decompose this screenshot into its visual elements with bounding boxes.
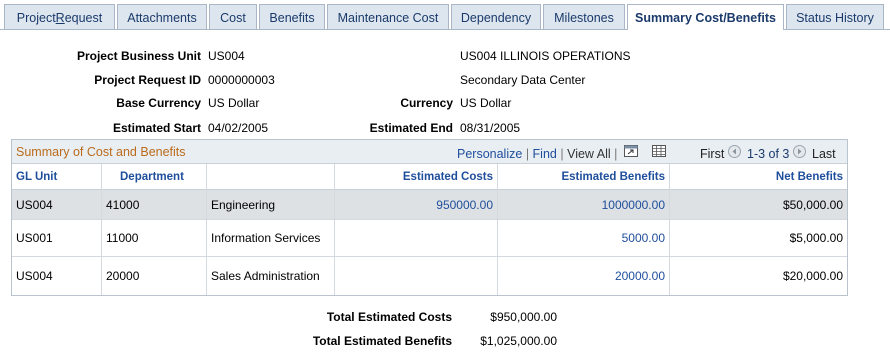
grid-toolbar: Personalize | Find | View All |	[457, 147, 617, 161]
tab-maintenance-cost[interactable]: Maintenance Cost	[327, 4, 449, 30]
tab-benefits[interactable]: Benefits	[259, 4, 325, 30]
gl-unit-cell: US004	[12, 257, 102, 295]
spreadsheet-icon[interactable]	[652, 145, 666, 157]
column-header-row: GL Unit Department Estimated Costs Estim…	[12, 164, 847, 190]
department-name-cell: Engineering	[207, 190, 335, 219]
estimated-costs-cell[interactable]	[335, 220, 498, 256]
request-id-label: Project Request ID	[94, 73, 201, 87]
request-description: Secondary Data Center	[460, 73, 586, 87]
grid-title: Summary of Cost and Benefits	[16, 145, 186, 159]
net-benefits-cell: $50,000.00	[782, 197, 843, 212]
estimated-end-label: Estimated End	[369, 121, 453, 135]
currency-value: US Dollar	[460, 96, 512, 110]
base-currency-value: US Dollar	[208, 96, 260, 110]
table-row: US004 41000 Engineering 950000.00 100000…	[12, 190, 847, 220]
column-header-estimated-benefits[interactable]: Estimated Benefits	[498, 164, 670, 190]
estimated-benefits-cell[interactable]: 5000.00	[498, 220, 670, 256]
estimated-benefits-cell[interactable]: 20000.00	[498, 257, 670, 295]
column-header-net-benefits[interactable]: Net Benefits	[670, 164, 847, 190]
personalize-link[interactable]: Personalize	[457, 147, 522, 161]
estimated-start-label: Estimated Start	[112, 121, 201, 135]
business-unit-description: US004 ILLINOIS OPERATIONS	[460, 49, 631, 63]
department-name-cell: Information Services	[207, 220, 335, 256]
tab-milestones[interactable]: Milestones	[543, 4, 625, 30]
department-cell: 11000	[102, 220, 207, 256]
net-benefits-cell: $5,000.00	[789, 231, 843, 245]
department-cell: 20000	[102, 257, 207, 295]
tab-attachments[interactable]: Attachments	[117, 4, 207, 30]
net-benefits-cell: $20,000.00	[782, 269, 843, 283]
request-id-value: 0000000003	[208, 73, 275, 87]
gl-unit-cell: US001	[12, 220, 102, 256]
toolbar-separator: |	[614, 147, 618, 161]
summary-grid: Summary of Cost and Benefits Personalize…	[11, 139, 848, 296]
department-cell: 41000	[102, 190, 207, 219]
business-unit-label: Project Business Unit	[76, 49, 201, 63]
tab-project-request[interactable]: Project Request	[4, 4, 115, 30]
table-row: US004 20000 Sales Administration 20000.0…	[12, 257, 847, 295]
column-header-description	[207, 164, 335, 190]
tab-dependency[interactable]: Dependency	[451, 4, 541, 30]
estimated-start-value: 04/02/2005	[208, 121, 269, 135]
previous-arrow-icon[interactable]	[728, 145, 741, 158]
first-label: First	[700, 147, 725, 161]
estimated-costs-cell[interactable]: 950000.00	[335, 190, 498, 219]
estimated-costs-cell[interactable]	[335, 257, 498, 295]
column-header-department[interactable]: Department	[102, 164, 207, 190]
find-link[interactable]: Find	[533, 147, 557, 161]
next-arrow-icon[interactable]	[793, 145, 806, 158]
tab-summary-cost-benefits[interactable]: Summary Cost/Benefits	[627, 4, 784, 30]
tab-status-history[interactable]: Status History	[786, 4, 884, 30]
new-window-icon[interactable]	[624, 145, 638, 157]
view-all-link[interactable]: View All	[567, 147, 611, 161]
estimated-end-value: 08/31/2005	[460, 121, 521, 135]
tab-bar: Project Request Attachments Cost Benefit…	[0, 0, 890, 30]
column-header-gl-unit[interactable]: GL Unit	[12, 164, 102, 190]
total-estimated-costs-label: Total Estimated Costs	[326, 310, 452, 324]
estimated-benefits-cell[interactable]: 1000000.00	[498, 190, 670, 219]
row-range: 1-3 of 3	[747, 147, 790, 161]
grid-header-bar: Summary of Cost and Benefits Personalize…	[12, 140, 847, 164]
tab-cost[interactable]: Cost	[209, 4, 257, 30]
base-currency-label: Base Currency	[116, 96, 201, 110]
column-header-estimated-costs[interactable]: Estimated Costs	[335, 164, 498, 190]
toolbar-separator: |	[525, 147, 533, 161]
total-estimated-costs-value: $950,000.00	[490, 310, 557, 324]
total-estimated-benefits-label: Total Estimated Benefits	[312, 334, 452, 348]
table-row: US001 11000 Information Services 5000.00…	[12, 220, 847, 257]
business-unit-value: US004	[208, 49, 245, 63]
last-label: Last	[812, 147, 836, 161]
currency-label: Currency	[400, 96, 453, 110]
department-name-cell: Sales Administration	[207, 257, 335, 295]
gl-unit-cell: US004	[12, 190, 102, 219]
total-estimated-benefits-value: $1,025,000.00	[480, 334, 557, 348]
